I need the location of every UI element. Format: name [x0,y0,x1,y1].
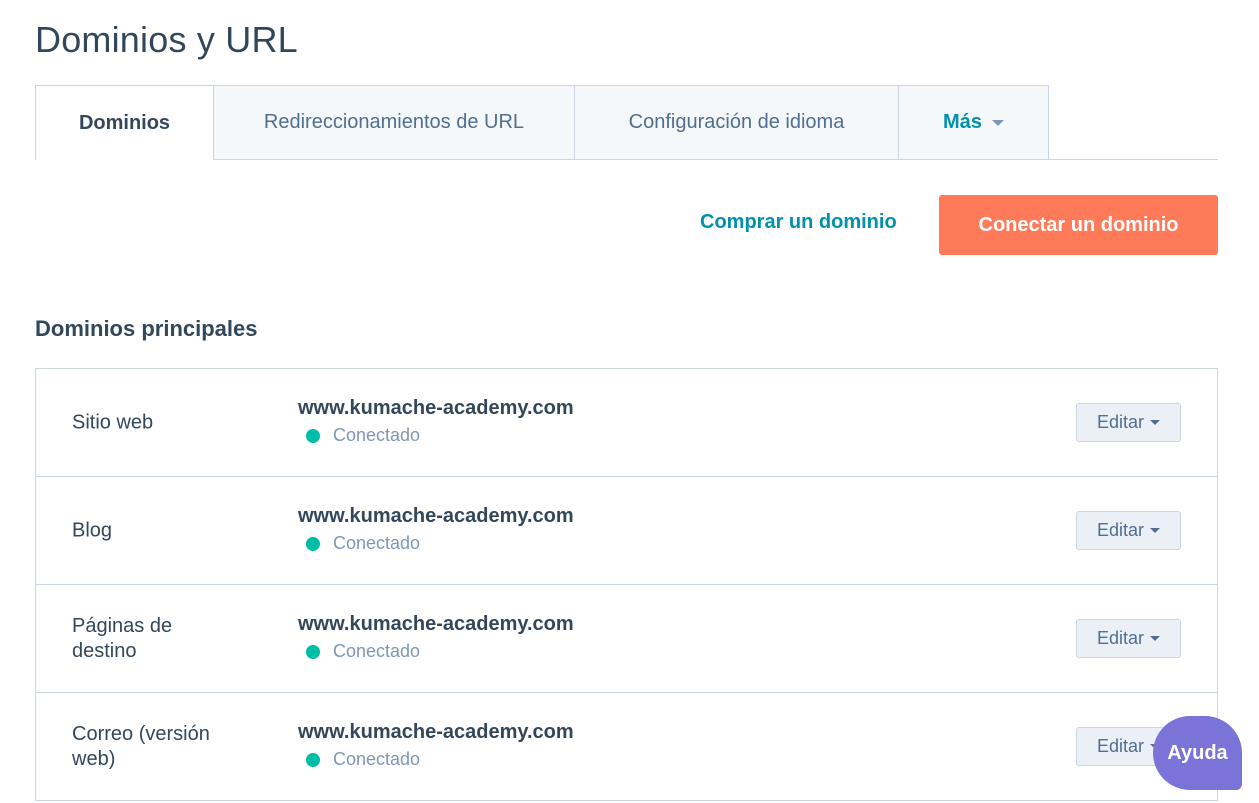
table-row: Correo (versión web) www.kumache-academy… [36,693,1217,801]
table-row: Blog www.kumache-academy.com Conectado E… [36,477,1217,585]
chevron-down-icon [1150,636,1161,641]
primary-domains-table: Sitio web www.kumache-academy.com Conect… [35,368,1218,801]
edit-button-label: Editar [1096,520,1145,540]
status-dot-icon [306,536,320,551]
status-indicator: Conectado [306,425,420,446]
row-label: Blog [72,519,113,541]
table-row: Páginas de destino www.kumache-academy.c… [36,585,1217,693]
row-domain: www.kumache-academy.com [298,613,574,635]
row-domain: www.kumache-academy.com [298,721,574,743]
edit-button-label: Editar [1096,412,1145,432]
edit-dropdown-button[interactable]: Editar [1076,619,1181,658]
tab-redireccionamientos-url-label: Redireccionamientos de URL [263,111,525,133]
help-button[interactable]: Ayuda [1153,716,1242,790]
status-text: Conectado [333,749,421,769]
edit-button-label: Editar [1096,736,1145,756]
connect-domain-button[interactable]: Conectar un dominio [939,195,1218,255]
chevron-down-icon [1150,528,1161,533]
status-indicator: Conectado [306,533,420,554]
row-label: Correo (versión web) [72,722,210,770]
status-dot-icon [306,752,320,767]
page-title: Dominios y URL [35,19,298,60]
tab-configuracion-idioma-label: Configuración de idioma [628,111,845,133]
buy-domain-link[interactable]: Comprar un dominio [700,211,897,234]
edit-button-label: Editar [1096,628,1145,648]
status-text: Conectado [333,425,421,445]
tab-redireccionamientos-url[interactable]: Redireccionamientos de URL [213,85,575,159]
tab-configuracion-idioma[interactable]: Configuración de idioma [574,85,899,159]
row-label: Páginas de destino [72,614,173,662]
row-domain: www.kumache-academy.com [298,505,574,527]
tab-mas-dropdown[interactable]: Más [898,85,1049,159]
chevron-down-icon [1150,420,1161,425]
row-label: Sitio web [72,411,154,433]
tab-dominios-label: Dominios [78,111,171,134]
status-dot-icon [306,428,320,443]
table-row: Sitio web www.kumache-academy.com Conect… [36,369,1217,477]
tab-dominios[interactable]: Dominios [35,85,214,160]
status-text: Conectado [333,641,421,661]
tab-bar: Dominios Redireccionamientos de URL Conf… [35,85,1218,160]
chevron-down-icon [991,119,1004,126]
status-text: Conectado [333,533,421,553]
edit-dropdown-button[interactable]: Editar [1076,511,1181,550]
status-dot-icon [306,644,320,659]
tab-mas-label: Más [943,111,982,133]
section-heading: Dominios principales [35,316,258,341]
edit-dropdown-button[interactable]: Editar [1076,403,1181,442]
status-indicator: Conectado [306,641,420,662]
row-domain: www.kumache-academy.com [298,397,574,419]
status-indicator: Conectado [306,749,420,770]
